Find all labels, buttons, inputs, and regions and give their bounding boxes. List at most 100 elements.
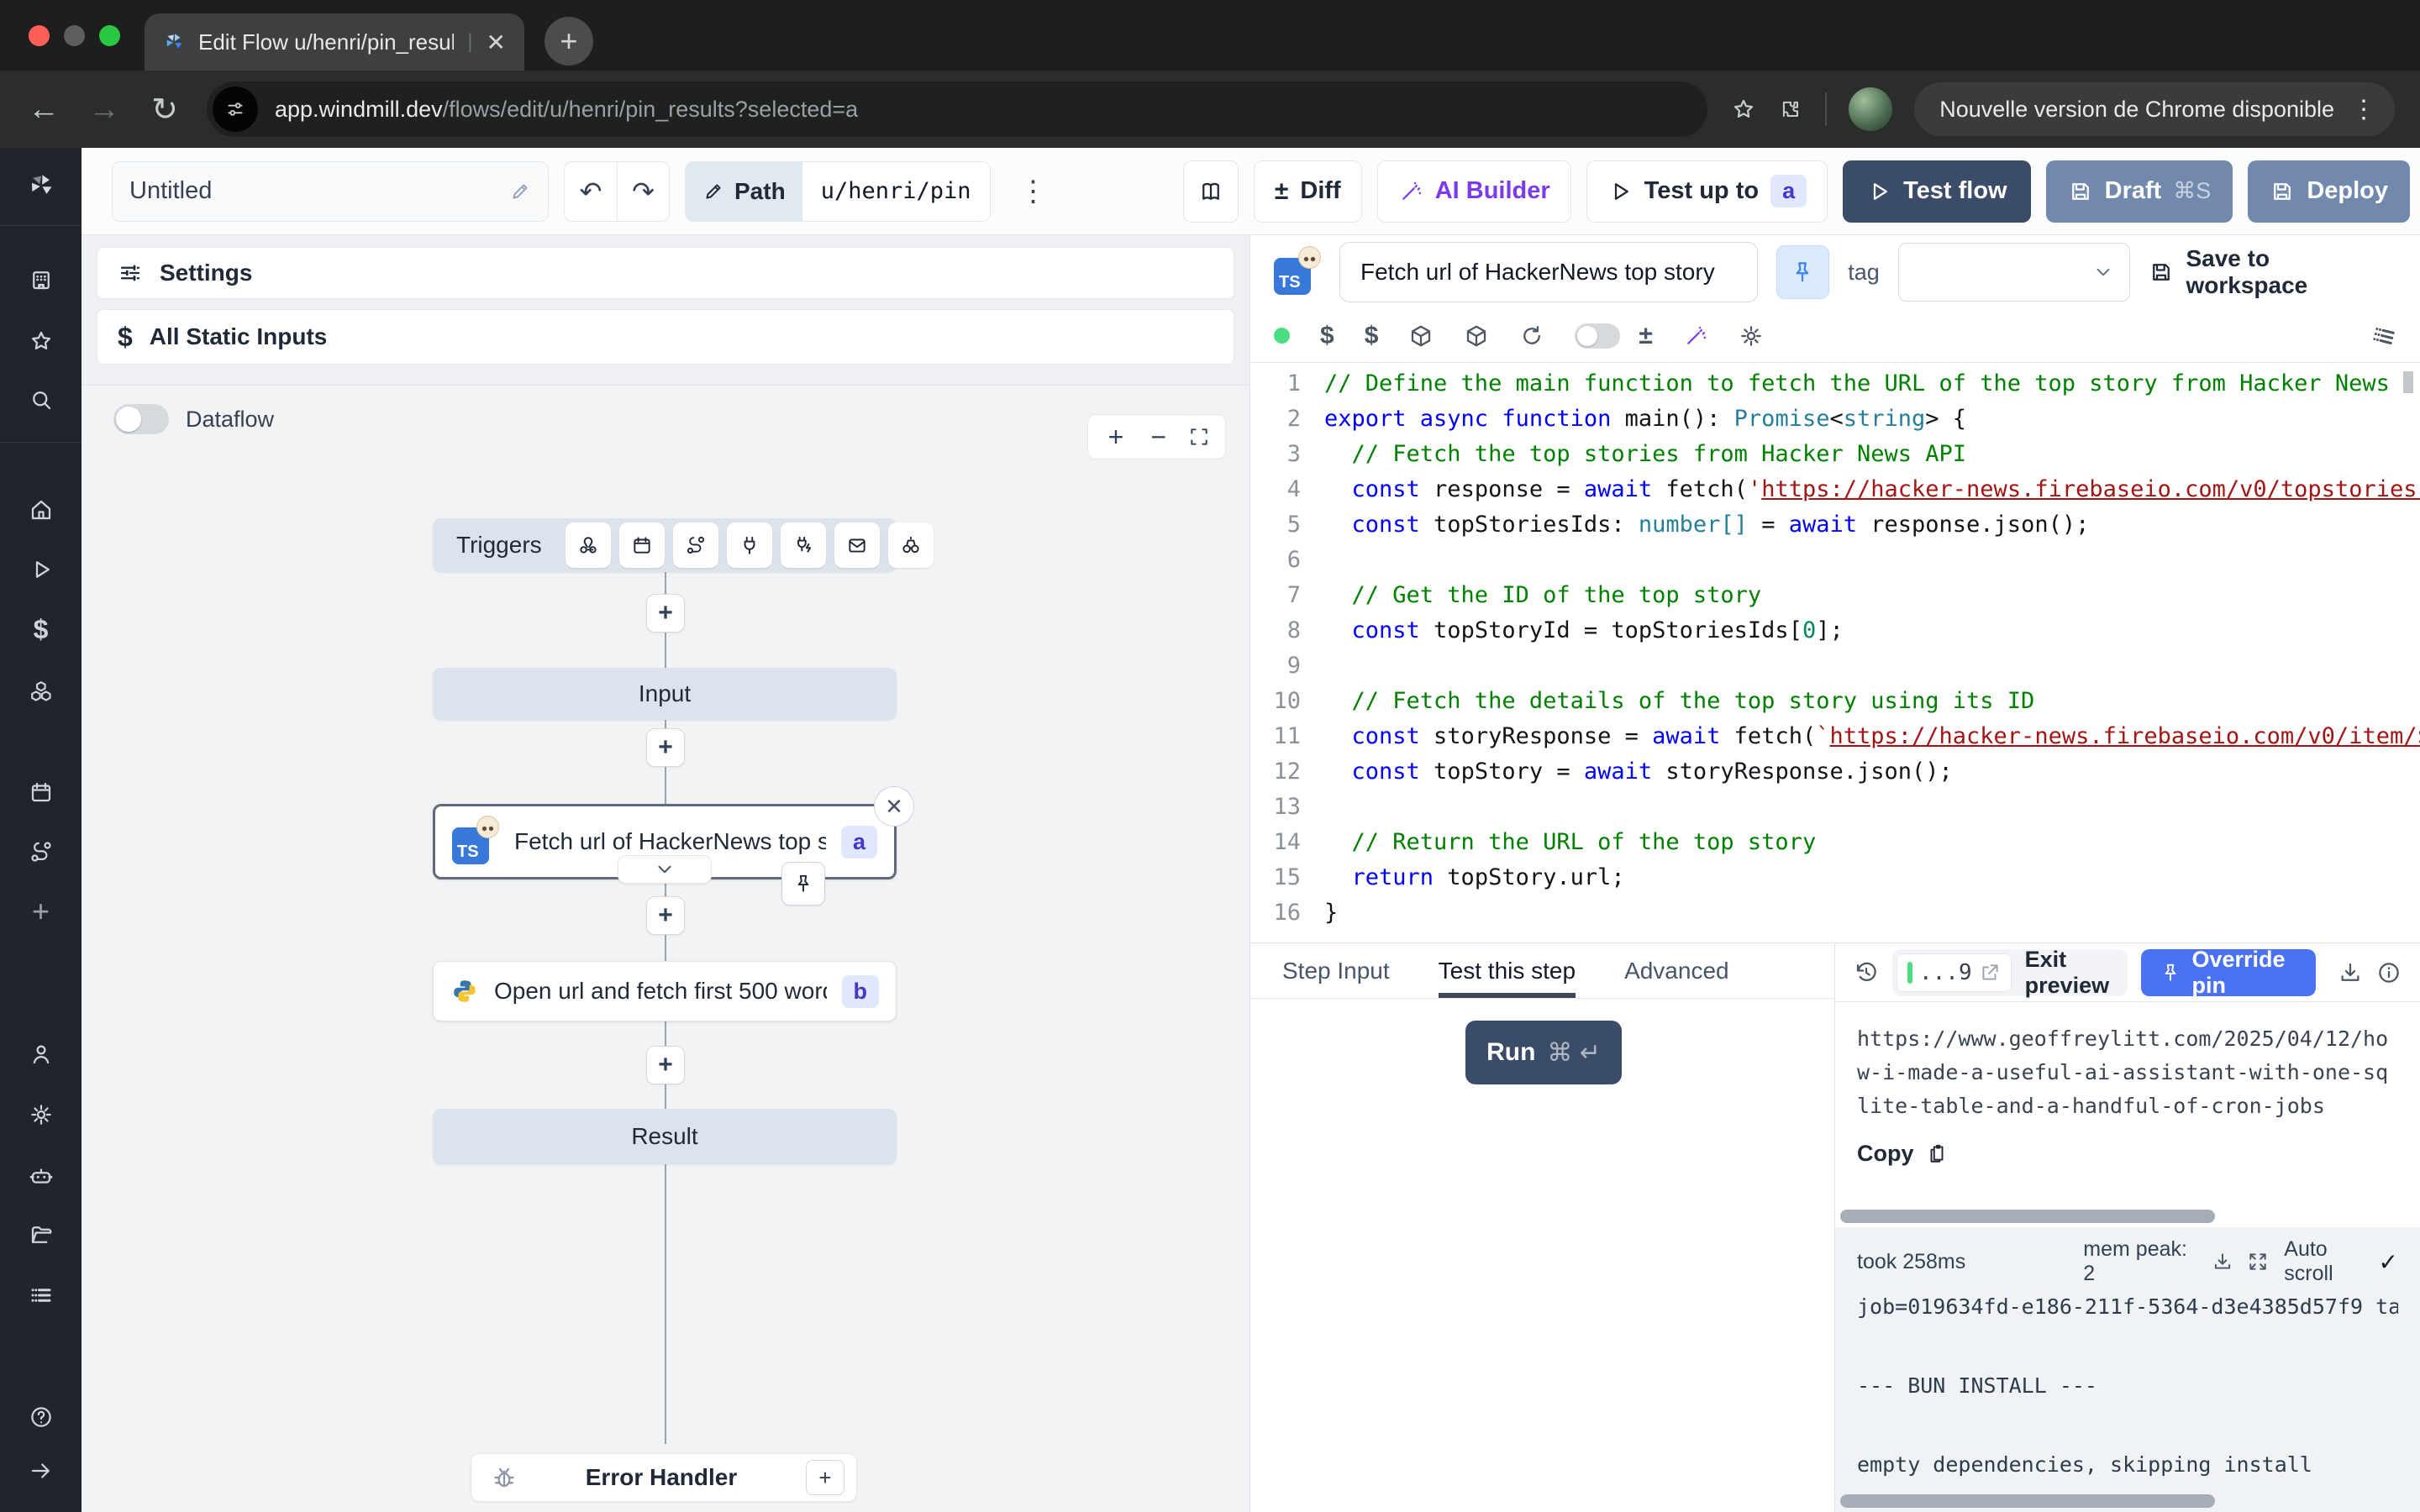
logs-scrollbar[interactable]: [1835, 1205, 2420, 1227]
tab-advanced[interactable]: Advanced: [1624, 943, 1729, 998]
kafka-trigger-icon[interactable]: [781, 522, 826, 568]
flow-name-box[interactable]: [112, 161, 549, 222]
download-logs-icon[interactable]: [2212, 1251, 2233, 1273]
tab-step-input[interactable]: Step Input: [1282, 943, 1390, 998]
input-node[interactable]: Input: [433, 668, 897, 720]
editor-toggle[interactable]: [1575, 323, 1620, 349]
test-up-to-button[interactable]: Test up to a: [1586, 160, 1828, 223]
exit-preview-button[interactable]: Exit preview: [2025, 947, 2113, 999]
save-to-workspace-button[interactable]: Save to workspace: [2149, 245, 2396, 299]
tab-close-icon[interactable]: ✕: [487, 29, 506, 56]
override-pin-button[interactable]: Override pin: [2141, 949, 2316, 996]
redo-button[interactable]: ↷: [617, 162, 669, 221]
window-minimize-button[interactable]: [64, 25, 85, 46]
all-static-inputs-row[interactable]: $ All Static Inputs: [97, 309, 1234, 365]
step-node-a[interactable]: TS Fetch url of HackerNews top story a ✕: [433, 804, 897, 879]
edit-pencil-icon[interactable]: [509, 181, 531, 202]
diff-button[interactable]: ± Diff: [1254, 160, 1362, 223]
sidebar-item-search-icon[interactable]: [29, 387, 54, 412]
run-button[interactable]: Run ⌘ ↵: [1465, 1021, 1622, 1084]
webhook-trigger-icon[interactable]: [566, 522, 611, 568]
error-handler-node[interactable]: Error Handler +: [471, 1453, 857, 1502]
logs-panel[interactable]: took 258ms mem peak: 2 Auto scroll ✓ job…: [1835, 1227, 2420, 1512]
job-run-badge[interactable]: ...9: [1897, 953, 2012, 992]
code-editor[interactable]: 12345678910111213141516 // Define the ma…: [1250, 363, 2420, 942]
sidebar-item-favorites-icon[interactable]: [29, 328, 54, 354]
extensions-puzzle-icon[interactable]: [1778, 97, 1803, 122]
draft-button[interactable]: Draft ⌘S: [2046, 160, 2233, 223]
logs-scrollbar-bottom[interactable]: [1840, 1494, 2215, 1508]
path-group[interactable]: Path u/henri/pin: [685, 161, 991, 222]
docs-button[interactable]: [1183, 160, 1239, 223]
sidebar-item-add-icon[interactable]: +: [32, 894, 50, 929]
copy-result-button[interactable]: Copy: [1857, 1137, 2398, 1170]
test-up-to-step-badge[interactable]: a: [1770, 175, 1807, 207]
flow-canvas[interactable]: Dataflow + − Triggers: [82, 385, 1249, 1512]
site-settings-icon[interactable]: [213, 87, 258, 132]
sidebar-item-settings-icon[interactable]: [29, 1102, 54, 1127]
more-options-icon[interactable]: ⋮: [1006, 175, 1061, 208]
route-trigger-icon[interactable]: [673, 522, 718, 568]
undo-button[interactable]: ↶: [565, 162, 617, 221]
bookmark-star-icon[interactable]: [1731, 97, 1756, 122]
add-step-button[interactable]: +: [646, 1046, 685, 1084]
back-button[interactable]: ←: [25, 92, 62, 128]
result-node[interactable]: Result: [433, 1109, 897, 1164]
sidebar-item-users-icon[interactable]: [29, 1042, 54, 1067]
watch-trigger-icon[interactable]: [888, 522, 934, 568]
chrome-update-pill[interactable]: Nouvelle version de Chrome disponible ⋮: [1914, 82, 2395, 136]
flow-settings-row[interactable]: Settings: [97, 247, 1234, 299]
fit-view-icon[interactable]: [1188, 426, 1210, 448]
collapse-chevron-icon[interactable]: [618, 855, 712, 884]
ai-wand-icon[interactable]: [1683, 323, 1708, 349]
zoom-out-button[interactable]: −: [1137, 422, 1180, 453]
deploy-button[interactable]: Deploy: [2248, 160, 2410, 223]
reload-button[interactable]: ↻: [146, 91, 183, 129]
add-step-button[interactable]: +: [646, 896, 685, 935]
remove-step-icon[interactable]: ✕: [874, 786, 914, 827]
windmill-logo-icon[interactable]: [27, 171, 55, 200]
chrome-menu-icon[interactable]: ⋮: [2351, 95, 2376, 124]
sidebar-item-folders-icon[interactable]: [29, 1222, 54, 1247]
window-zoom-button[interactable]: [99, 25, 120, 46]
forward-button[interactable]: →: [86, 92, 123, 128]
package-lock-icon[interactable]: [1464, 323, 1489, 349]
variable-picker-icon[interactable]: $: [1320, 322, 1334, 350]
sidebar-item-help-icon[interactable]: [29, 1404, 54, 1430]
sidebar-item-schedules-icon[interactable]: [29, 780, 54, 805]
expand-logs-icon[interactable]: [2247, 1251, 2269, 1273]
profile-avatar[interactable]: [1849, 87, 1892, 131]
step-node-b[interactable]: Open url and fetch first 500 words of ..…: [433, 961, 897, 1021]
diff-icon[interactable]: ±: [1639, 322, 1652, 350]
sidebar-item-workers-icon[interactable]: [29, 1163, 54, 1189]
package-icon[interactable]: [1408, 323, 1434, 349]
auto-scroll-checkbox[interactable]: ✓: [2379, 1248, 2398, 1276]
sidebar-item-home-icon[interactable]: [29, 497, 54, 522]
sidebar-item-variables-icon[interactable]: $: [34, 614, 49, 645]
zoom-in-button[interactable]: +: [1095, 422, 1138, 453]
add-error-handler-icon[interactable]: +: [806, 1460, 844, 1495]
info-icon[interactable]: [2376, 960, 2402, 985]
ai-builder-button[interactable]: AI Builder: [1377, 160, 1571, 223]
pinned-step-icon[interactable]: [781, 862, 825, 906]
email-trigger-icon[interactable]: [834, 522, 880, 568]
reload-icon[interactable]: [1519, 323, 1544, 349]
triggers-node[interactable]: Triggers: [433, 518, 897, 572]
sidebar-item-resources-icon[interactable]: [29, 679, 54, 704]
sidebar-item-workspace-icon[interactable]: [29, 267, 54, 292]
flow-name-input[interactable]: [129, 177, 509, 205]
add-step-button[interactable]: +: [646, 728, 685, 767]
schedule-trigger-icon[interactable]: [619, 522, 665, 568]
history-icon[interactable]: [1854, 960, 1879, 985]
tab-test-this-step[interactable]: Test this step: [1439, 943, 1576, 998]
window-close-button[interactable]: [29, 25, 50, 46]
http-trigger-icon[interactable]: [727, 522, 772, 568]
editor-settings-icon[interactable]: [1739, 323, 1764, 349]
pin-toggle-button[interactable]: [1776, 245, 1830, 299]
address-bar[interactable]: app.windmill.dev/flows/edit/u/henri/pin_…: [207, 81, 1707, 137]
static-inputs-icon[interactable]: $: [1365, 322, 1379, 350]
tag-select[interactable]: [1898, 243, 2131, 302]
dataflow-toggle[interactable]: [113, 404, 169, 434]
download-result-icon[interactable]: [2338, 960, 2363, 985]
sidebar-item-flows-icon[interactable]: [29, 839, 54, 864]
